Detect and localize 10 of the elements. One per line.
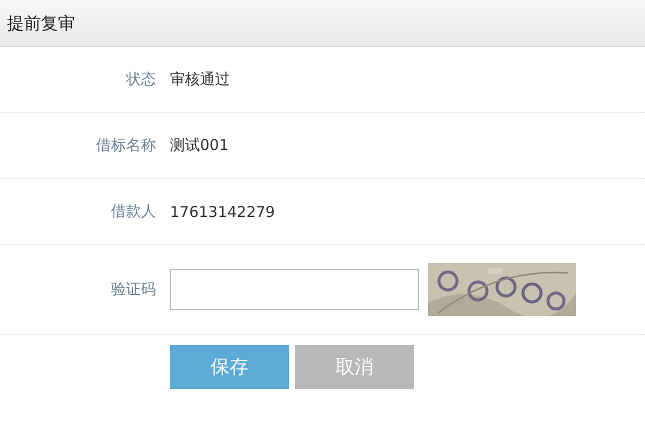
- field-label: 借标名称: [95, 136, 157, 155]
- field-value: 审核通过: [169, 70, 231, 89]
- save-button[interactable]: 保存: [170, 345, 289, 389]
- field-label: 借款人: [110, 202, 157, 221]
- field-value: 17613142279: [169, 202, 276, 220]
- field-label: 验证码: [110, 280, 157, 299]
- field-value: 测试001: [169, 136, 230, 155]
- window-title: 提前复审: [7, 12, 75, 34]
- field-label: 状态: [124, 70, 157, 89]
- input-field[interactable]: [170, 269, 419, 310]
